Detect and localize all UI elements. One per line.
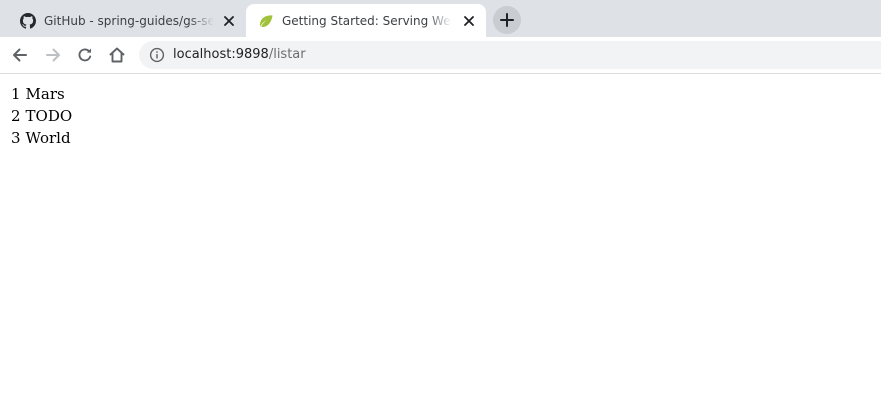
spring-leaf-icon xyxy=(258,13,274,29)
plus-icon xyxy=(500,13,514,27)
item-id: 3 xyxy=(11,129,21,147)
info-icon[interactable] xyxy=(149,47,165,63)
close-tab-icon[interactable] xyxy=(221,13,237,29)
home-button[interactable] xyxy=(105,43,129,67)
item-id: 1 xyxy=(11,85,21,103)
list-item: 2 TODO xyxy=(11,107,72,129)
list-item: 1 Mars xyxy=(11,85,72,107)
url-host: localhost:9898 xyxy=(173,47,269,62)
arrow-right-icon xyxy=(45,47,61,63)
arrow-left-icon xyxy=(12,47,28,63)
list-item: 3 World xyxy=(11,129,72,151)
item-name: Mars xyxy=(25,85,65,103)
reload-button[interactable] xyxy=(73,43,97,67)
tab-title: Getting Started: Serving Web Content xyxy=(282,13,452,28)
item-id: 2 xyxy=(11,107,21,125)
home-icon xyxy=(108,46,126,64)
item-name: World xyxy=(25,129,71,147)
tab-strip: GitHub - spring-guides/gs-serving-web-co… xyxy=(0,0,881,37)
tab-getting-started[interactable]: Getting Started: Serving Web Content xyxy=(246,4,486,37)
back-button[interactable] xyxy=(8,43,32,67)
page-content: 1 Mars 2 TODO 3 World xyxy=(11,85,72,151)
new-tab-button[interactable] xyxy=(493,6,521,34)
close-tab-icon[interactable] xyxy=(461,13,477,29)
reload-icon xyxy=(77,47,93,63)
github-icon xyxy=(20,12,36,29)
url-path: /listar xyxy=(268,47,306,62)
forward-button[interactable] xyxy=(41,43,65,67)
item-name: TODO xyxy=(25,107,73,125)
url-text[interactable]: localhost:9898/listar xyxy=(173,47,306,63)
browser-toolbar: localhost:9898/listar xyxy=(0,37,881,74)
address-bar[interactable]: localhost:9898/listar xyxy=(139,41,881,69)
tab-github[interactable]: GitHub - spring-guides/gs-serving-web-co… xyxy=(8,4,246,37)
tab-title: GitHub - spring-guides/gs-serving-web-co… xyxy=(44,13,214,28)
